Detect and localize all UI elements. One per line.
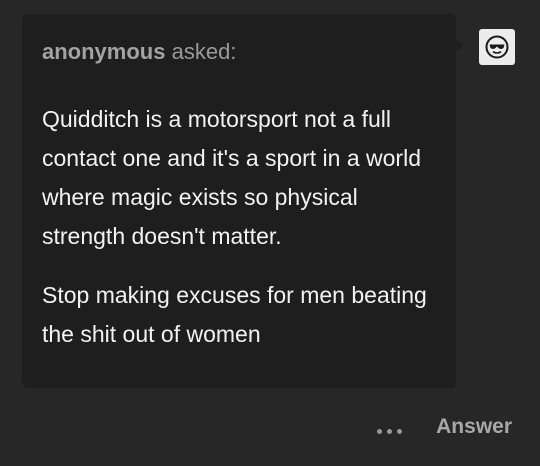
asker-line: anonymous asked: xyxy=(42,38,436,66)
bubble-tail xyxy=(456,38,464,52)
ask-post: anonymous asked: Quidditch is a motorspo… xyxy=(0,0,540,466)
question-paragraph: Quidditch is a motorsport not a full con… xyxy=(42,106,421,249)
question-paragraph: Stop making excuses for men beating the … xyxy=(42,282,427,347)
question-body: Quidditch is a motorsport not a full con… xyxy=(42,100,436,354)
avatar[interactable] xyxy=(479,29,515,65)
ask-bubble: anonymous asked: Quidditch is a motorspo… xyxy=(22,14,456,388)
sunglasses-face-icon xyxy=(485,35,509,59)
answer-button[interactable]: Answer xyxy=(436,412,512,442)
ellipsis-icon xyxy=(374,412,404,442)
asker-name[interactable]: anonymous xyxy=(42,39,165,64)
post-actions: Answer xyxy=(374,412,512,442)
more-options-button[interactable] xyxy=(374,412,404,442)
asked-label: asked: xyxy=(171,39,237,64)
